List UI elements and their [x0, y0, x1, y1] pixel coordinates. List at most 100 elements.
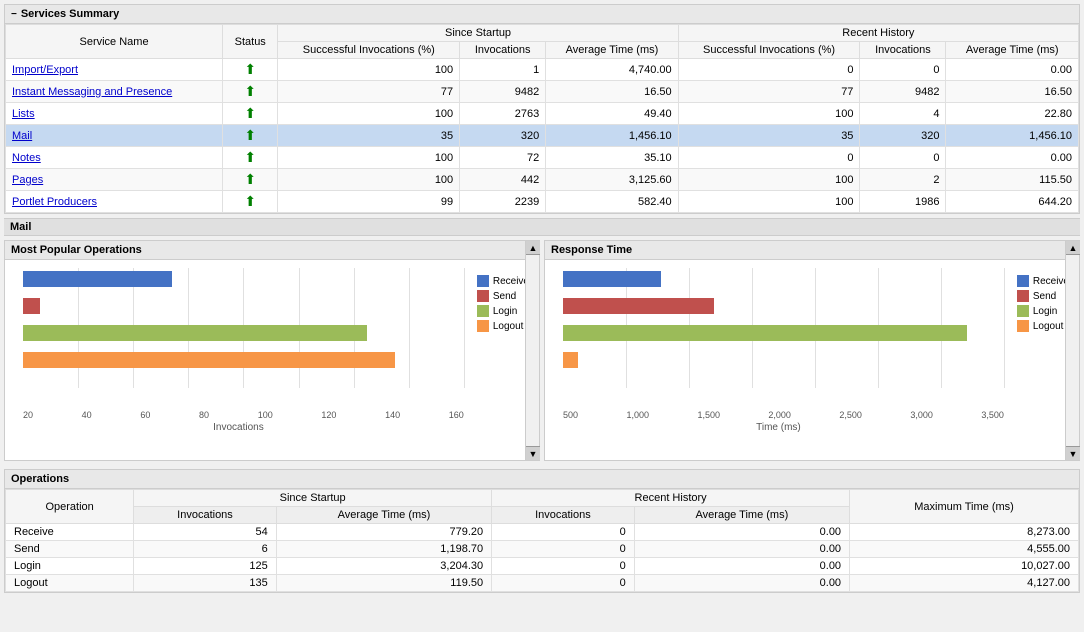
table-row: Send 6 1,198.70 0 0.00 4,555.00	[6, 541, 1079, 558]
ops-col-rh-avg: Average Time (ms)	[634, 507, 849, 524]
service-ss-pct: 77	[278, 81, 460, 103]
service-ss-inv: 9482	[460, 81, 546, 103]
service-rh-pct: 100	[678, 191, 860, 213]
op-name: Receive	[6, 524, 134, 541]
bar-row	[23, 349, 464, 371]
bar-row	[23, 268, 464, 290]
legend-label: Logout	[1033, 321, 1064, 332]
service-rh-pct: 35	[678, 125, 860, 147]
popular-scroll-up[interactable]: ▲	[526, 241, 540, 255]
services-summary-title: Services Summary	[21, 8, 119, 20]
table-row[interactable]: Notes ⬆ 100 72 35.10 0 0 0.00	[6, 147, 1079, 169]
op-ss-avg: 3,204.30	[276, 558, 491, 575]
service-name-cell[interactable]: Notes	[6, 147, 223, 169]
x-label: 2,500	[839, 410, 862, 420]
legend-item: Send	[1017, 290, 1069, 302]
service-rh-inv: 4	[860, 103, 946, 125]
ops-col-rh-inv: Invocations	[492, 507, 635, 524]
table-row[interactable]: Import/Export ⬆ 100 1 4,740.00 0 0 0.00	[6, 59, 1079, 81]
col-rh-avg: Average Time (ms)	[946, 42, 1079, 59]
x-label: 160	[449, 410, 464, 420]
op-rh-avg: 0.00	[634, 558, 849, 575]
service-ss-pct: 100	[278, 103, 460, 125]
table-row[interactable]: Lists ⬆ 100 2763 49.40 100 4 22.80	[6, 103, 1079, 125]
col-ss-inv: Invocations	[460, 42, 546, 59]
response-scroll-up[interactable]: ▲	[1066, 241, 1080, 255]
op-name: Send	[6, 541, 134, 558]
service-name-cell[interactable]: Portlet Producers	[6, 191, 223, 213]
response-time-panel: Response Time 5001,0001,5002,0002,5003,0…	[544, 240, 1080, 461]
legend-label: Login	[493, 306, 517, 317]
service-rh-avg: 1,456.10	[946, 125, 1079, 147]
service-rh-avg: 0.00	[946, 147, 1079, 169]
mail-divider: Mail	[4, 218, 1080, 236]
response-scroll-down[interactable]: ▼	[1066, 446, 1080, 460]
col-since-startup: Since Startup	[278, 25, 678, 42]
bar-row	[23, 295, 464, 317]
legend-label: Send	[1033, 291, 1056, 302]
operations-table: Operation Since Startup Recent History M…	[5, 489, 1079, 592]
service-rh-avg: 644.20	[946, 191, 1079, 213]
bar-row	[563, 349, 1004, 371]
col-rh-inv: Invocations	[860, 42, 946, 59]
x-label: 1,000	[626, 410, 649, 420]
operations-title: Operations	[11, 473, 69, 485]
charts-container: Most Popular Operations 2040608010012014…	[4, 240, 1080, 461]
col-ss-pct: Successful Invocations (%)	[278, 42, 460, 59]
service-name-cell[interactable]: Instant Messaging and Presence	[6, 81, 223, 103]
bar-fill	[563, 271, 661, 287]
bar-fill	[563, 298, 714, 314]
ops-col-operation: Operation	[6, 490, 134, 524]
legend-color	[477, 320, 489, 332]
collapse-icon[interactable]: −	[11, 9, 17, 20]
legend-item: Receive	[477, 275, 529, 287]
table-row[interactable]: Mail ⬆ 35 320 1,456.10 35 320 1,456.10	[6, 125, 1079, 147]
service-rh-inv: 9482	[860, 81, 946, 103]
service-ss-avg: 4,740.00	[546, 59, 678, 81]
popular-x-title: Invocations	[13, 422, 464, 433]
service-rh-inv: 0	[860, 147, 946, 169]
services-summary-header: − Services Summary	[5, 5, 1079, 24]
service-ss-avg: 49.40	[546, 103, 678, 125]
service-ss-pct: 99	[278, 191, 460, 213]
main-container: − Services Summary Service Name Status S…	[0, 0, 1084, 632]
popular-scroll-down[interactable]: ▼	[526, 446, 540, 460]
x-label: 120	[321, 410, 336, 420]
op-max-time: 10,027.00	[850, 558, 1079, 575]
service-ss-avg: 35.10	[546, 147, 678, 169]
service-name-cell[interactable]: Pages	[6, 169, 223, 191]
service-rh-pct: 77	[678, 81, 860, 103]
table-row: Receive 54 779.20 0 0.00 8,273.00	[6, 524, 1079, 541]
bar-row	[563, 268, 1004, 290]
service-rh-avg: 16.50	[946, 81, 1079, 103]
x-label: 2,000	[768, 410, 791, 420]
legend-color	[1017, 320, 1029, 332]
service-status-cell: ⬆	[223, 81, 278, 103]
service-name-cell[interactable]: Lists	[6, 103, 223, 125]
service-rh-inv: 1986	[860, 191, 946, 213]
most-popular-chart-area: 20406080100120140160 Invocations	[5, 260, 472, 460]
op-ss-inv: 6	[134, 541, 277, 558]
ops-col-since-startup: Since Startup	[134, 490, 492, 507]
op-ss-avg: 1,198.70	[276, 541, 491, 558]
service-status-cell: ⬆	[223, 191, 278, 213]
service-ss-inv: 2239	[460, 191, 546, 213]
legend-label: Send	[493, 291, 516, 302]
op-ss-inv: 125	[134, 558, 277, 575]
table-row[interactable]: Instant Messaging and Presence ⬆ 77 9482…	[6, 81, 1079, 103]
service-rh-pct: 0	[678, 59, 860, 81]
op-ss-avg: 119.50	[276, 575, 491, 592]
legend-color	[477, 275, 489, 287]
service-ss-avg: 1,456.10	[546, 125, 678, 147]
service-name-cell[interactable]: Import/Export	[6, 59, 223, 81]
service-ss-pct: 35	[278, 125, 460, 147]
service-name-cell[interactable]: Mail	[6, 125, 223, 147]
service-rh-pct: 100	[678, 103, 860, 125]
service-rh-avg: 115.50	[946, 169, 1079, 191]
table-row[interactable]: Pages ⬆ 100 442 3,125.60 100 2 115.50	[6, 169, 1079, 191]
table-row[interactable]: Portlet Producers ⬆ 99 2239 582.40 100 1…	[6, 191, 1079, 213]
op-max-time: 4,127.00	[850, 575, 1079, 592]
services-summary-panel: − Services Summary Service Name Status S…	[4, 4, 1080, 214]
service-ss-avg: 16.50	[546, 81, 678, 103]
legend-item: Receive	[1017, 275, 1069, 287]
